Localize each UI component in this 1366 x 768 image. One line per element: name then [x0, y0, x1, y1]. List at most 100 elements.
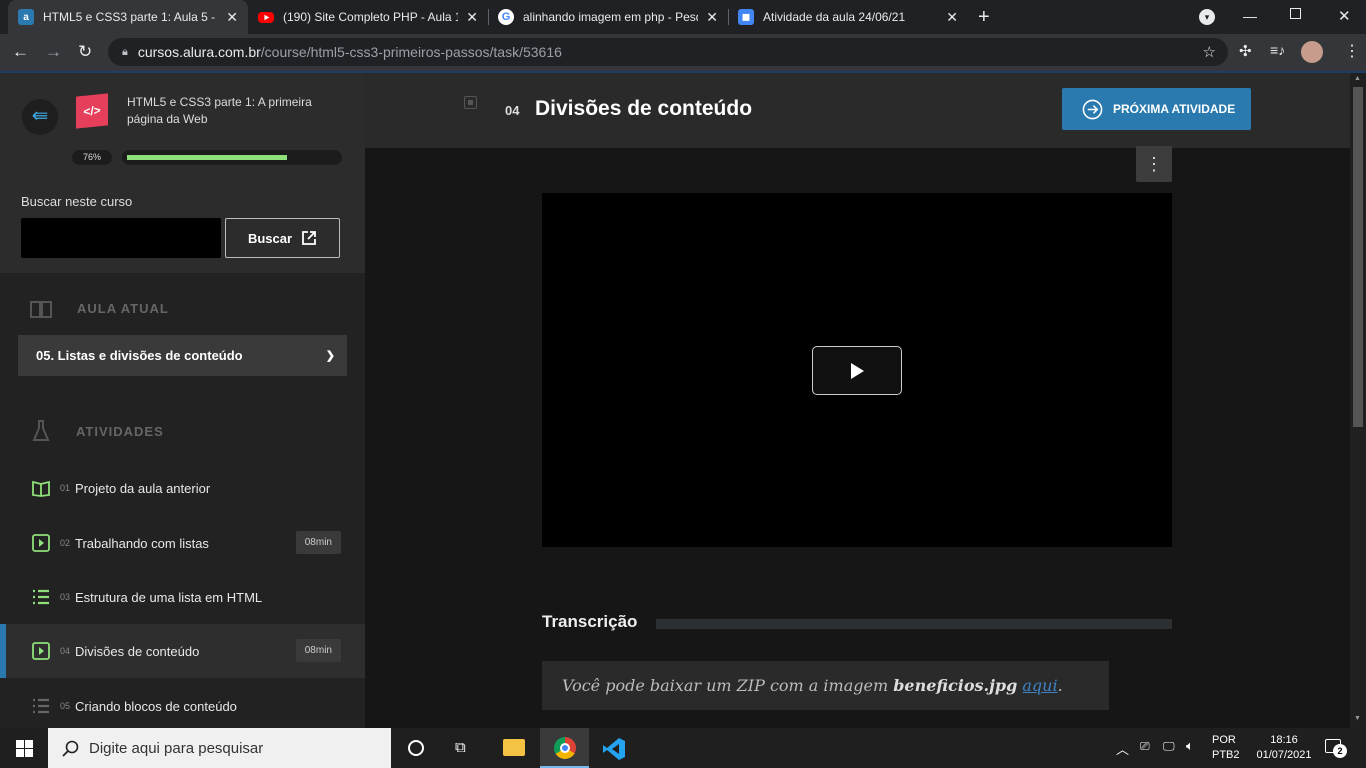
page-scrollbar[interactable]: ▲ ▼ — [1350, 73, 1366, 728]
new-tab-icon[interactable]: + — [978, 6, 990, 29]
cortana-icon[interactable] — [408, 740, 424, 756]
reload-icon[interactable]: ↻ — [78, 43, 92, 61]
progress-percentage: 76% — [72, 150, 112, 165]
current-lesson-dropdown[interactable]: 05. Listas e divisões de conteúdo ❯ — [18, 335, 347, 376]
activity-item-02[interactable]: 02 Trabalhando com listas 08min — [0, 516, 365, 570]
windows-taskbar: Digite aqui para pesquisar ⧉ ︿ ⎚ 🖵︎ 🔈︎ P… — [0, 728, 1366, 768]
transcript-filename: beneficios.jpg — [893, 676, 1018, 695]
close-tab-icon[interactable]: ✕ — [946, 9, 958, 26]
tab-search-icon[interactable]: ▾ — [1199, 9, 1215, 25]
play-button[interactable] — [812, 346, 902, 395]
activity-number: 04 — [505, 103, 520, 118]
network-icon[interactable]: 🖵︎ — [1163, 739, 1175, 754]
external-link-icon — [302, 231, 316, 245]
extensions-icon[interactable]: ✣ — [1239, 42, 1252, 60]
url-path: /course/html5-css3-primeiros-passos/task… — [260, 44, 562, 60]
activity-item-01[interactable]: 01 Projeto da aula anterior — [0, 461, 365, 515]
bookmark-star-icon[interactable]: ☆ — [1203, 43, 1216, 61]
arrow-right-circle-icon — [1082, 99, 1103, 119]
browser-menu-icon[interactable]: ⋮ — [1344, 41, 1360, 61]
media-control-icon[interactable]: ≡♪ — [1270, 42, 1285, 58]
scroll-up-icon[interactable]: ▲ — [1354, 75, 1361, 82]
file-explorer-icon[interactable] — [503, 739, 525, 756]
activity-number: 04 — [60, 646, 71, 656]
system-clock[interactable]: 18:16 01/07/2021 — [1250, 733, 1318, 763]
clock-time: 18:16 — [1270, 734, 1298, 746]
course-title[interactable]: HTML5 e CSS3 parte 1: A primeira página … — [127, 94, 337, 128]
transcript-heading: Transcrição — [542, 612, 638, 631]
browser-tab[interactable]: (190) Site Completo PHP - Aula 1 ✕ — [248, 0, 488, 34]
current-lesson-title: 05. Listas e divisões de conteúdo — [36, 348, 243, 363]
close-tab-icon[interactable]: ✕ — [466, 9, 478, 26]
browser-tab-bar: a HTML5 e CSS3 parte 1: Aula 5 - Ati ✕ (… — [0, 0, 1366, 34]
course-sidebar: ⇚ </> HTML5 e CSS3 parte 1: A primeira p… — [0, 73, 365, 728]
restore-icon[interactable] — [1290, 8, 1301, 19]
scrollbar-thumb[interactable] — [1353, 87, 1363, 427]
activity-checkbox-icon[interactable] — [464, 96, 477, 109]
tab-title: (190) Site Completo PHP - Aula 1 — [283, 10, 459, 24]
youtube-favicon-icon — [258, 11, 274, 23]
minimize-icon[interactable]: — — [1243, 8, 1257, 24]
activity-title: Trabalhando com listas — [75, 535, 209, 551]
taskbar-search-box[interactable]: Digite aqui para pesquisar — [48, 728, 391, 768]
chrome-taskbar-button[interactable] — [540, 728, 589, 768]
activity-title: Divisões de conteúdo — [75, 643, 200, 659]
activity-title: Estrutura de uma lista em HTML — [75, 589, 263, 605]
forward-icon[interactable]: → — [45, 43, 62, 61]
search-icon — [62, 740, 79, 757]
lock-icon: 🔒︎ — [122, 45, 128, 58]
video-player[interactable] — [542, 193, 1172, 547]
active-indicator — [0, 624, 6, 678]
activity-header: 04 Divisões de conteúdo PRÓXIMA ATIVIDAD… — [365, 73, 1350, 148]
browser-tab[interactable]: ◼ Atividade da aula 24/06/21 ✕ — [728, 0, 968, 34]
search-label: Buscar neste curso — [21, 194, 133, 209]
browser-tab[interactable]: a HTML5 e CSS3 parte 1: Aula 5 - Ati ✕ — [8, 0, 248, 34]
language-indicator[interactable]: POR PTB2 — [1212, 733, 1240, 763]
activity-duration: 08min — [295, 639, 341, 662]
activity-item-03[interactable]: 03 Estrutura de uma lista em HTML — [0, 570, 365, 624]
close-tab-icon[interactable]: ✕ — [706, 9, 718, 26]
close-window-icon[interactable]: ✕ — [1338, 7, 1351, 25]
download-link[interactable]: aqui — [1022, 676, 1057, 695]
video-play-icon — [32, 642, 50, 660]
notifications-button[interactable]: 2 — [1325, 737, 1347, 758]
page-title: Divisões de conteúdo — [535, 97, 753, 120]
vscode-icon[interactable] — [602, 737, 626, 761]
search-button[interactable]: Buscar — [225, 218, 340, 258]
address-bar[interactable]: 🔒︎ cursos.alura.com.br/course/html5-css3… — [108, 38, 1228, 66]
collapse-sidebar-icon[interactable]: ⇚ — [22, 99, 58, 135]
google-favicon-icon: G — [498, 9, 514, 25]
more-options-icon[interactable]: ⋮ — [1136, 146, 1172, 182]
flask-icon — [32, 420, 50, 441]
activities-label: ATIVIDADES — [76, 424, 164, 439]
scroll-down-icon[interactable]: ▼ — [1354, 715, 1361, 722]
activity-number: 05 — [60, 701, 71, 711]
volume-icon[interactable]: 🔈︎ — [1186, 738, 1194, 754]
close-tab-icon[interactable]: ✕ — [226, 9, 238, 26]
windows-start-icon[interactable] — [16, 740, 33, 757]
activity-number: 03 — [60, 592, 71, 602]
activity-item-05[interactable]: 05 Criando blocos de conteúdo — [0, 679, 365, 733]
back-icon[interactable]: ← — [12, 43, 29, 61]
course-badge-icon: </> — [76, 93, 108, 129]
course-search-input[interactable] — [21, 218, 221, 258]
next-activity-button[interactable]: PRÓXIMA ATIVIDADE — [1062, 88, 1251, 130]
task-view-icon[interactable]: ⧉ — [455, 739, 466, 756]
profile-avatar[interactable] — [1301, 41, 1323, 63]
clock-date: 01/07/2021 — [1256, 749, 1312, 761]
alura-favicon-icon: a — [18, 9, 34, 25]
meet-now-icon[interactable]: ⎚ — [1140, 739, 1150, 754]
video-play-icon — [32, 534, 50, 552]
tab-title: alinhando imagem em php - Pesq — [523, 10, 699, 24]
search-button-label: Buscar — [247, 230, 293, 246]
transcript-box: Você pode baixar um ZIP com a imagem ben… — [542, 661, 1109, 710]
activity-item-04[interactable]: 04 Divisões de conteúdo 08min — [0, 624, 365, 678]
browser-tab[interactable]: G alinhando imagem em php - Pesq ✕ — [488, 0, 728, 34]
current-lesson-label: AULA ATUAL — [77, 301, 169, 316]
open-book-icon — [30, 301, 52, 318]
activity-number: 02 — [60, 538, 71, 548]
url-host: cursos.alura.com.br — [137, 44, 261, 60]
show-hidden-icons[interactable]: ︿ — [1116, 739, 1129, 758]
chrome-icon — [554, 737, 576, 759]
play-icon — [851, 362, 864, 379]
